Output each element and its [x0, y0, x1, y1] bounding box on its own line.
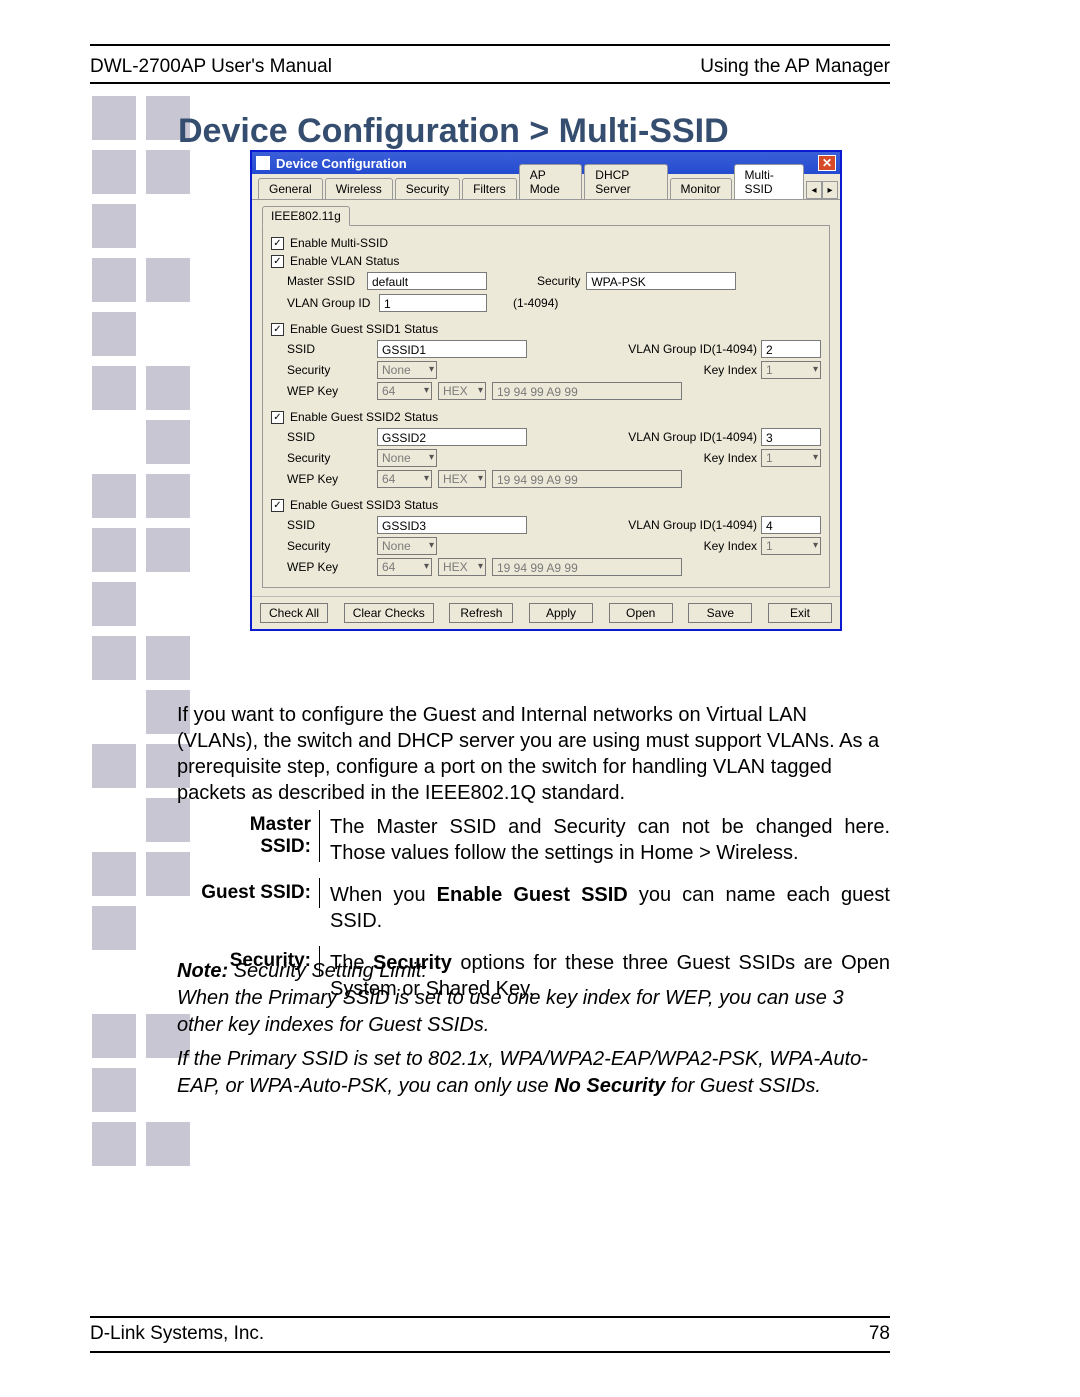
guest2-security-label: Security [287, 451, 377, 465]
header-right: Using the AP Manager [700, 56, 890, 78]
tab-left-arrow-icon[interactable]: ◂ [806, 181, 822, 199]
note-block-2: If the Primary SSID is set to 802.1x, WP… [177, 1046, 890, 1100]
button-bar: Check All Clear Checks Refresh Apply Ope… [252, 596, 840, 629]
master-ssid-input[interactable]: default [367, 272, 487, 290]
check-all-button[interactable]: Check All [260, 603, 328, 623]
note-block-1: Note: Security Setting Limit: When the P… [177, 958, 890, 1039]
clear-checks-button[interactable]: Clear Checks [344, 603, 434, 623]
guest1-wep-input[interactable]: 19 94 99 A9 99 [492, 382, 682, 400]
enable-guest3-label: Enable Guest SSID3 Status [290, 498, 438, 512]
guest3-ssid-label: SSID [287, 518, 377, 532]
app-icon [256, 156, 270, 170]
guest3-wep-input[interactable]: 19 94 99 A9 99 [492, 558, 682, 576]
guest3-vlan-input[interactable]: 4 [761, 516, 821, 534]
enable-multi-ssid-checkbox[interactable] [271, 237, 284, 250]
guest1-keyindex-select[interactable]: 1 [761, 361, 821, 379]
footer-page-number: 78 [869, 1323, 890, 1345]
close-icon[interactable]: ✕ [818, 155, 836, 171]
guest2-wep-len-select[interactable]: 64 [377, 470, 432, 488]
def-guest-text-a: When you [330, 884, 437, 906]
guest3-keyindex-label: Key Index [704, 539, 757, 553]
tab-dhcp-server[interactable]: DHCP Server [584, 164, 667, 199]
intro-paragraph: If you want to configure the Guest and I… [177, 702, 890, 806]
guest1-keyindex-label: Key Index [704, 363, 757, 377]
tab-ap-mode[interactable]: AP Mode [519, 164, 583, 199]
master-security-input[interactable]: WPA-PSK [586, 272, 736, 290]
tab-wireless[interactable]: Wireless [325, 178, 393, 199]
guest3-security-select[interactable]: None [377, 537, 437, 555]
note-l3b: No Security [554, 1075, 665, 1097]
guest1-ssid-label: SSID [287, 342, 377, 356]
guest2-ssid-input[interactable]: GSSID2 [377, 428, 527, 446]
def-master-text: The Master SSID and Security can not be … [320, 810, 890, 878]
tab-monitor[interactable]: Monitor [670, 178, 732, 199]
subtab-80211g[interactable]: IEEE802.11g [262, 206, 350, 226]
guest2-ssid-label: SSID [287, 430, 377, 444]
guest1-vlan-label: VLAN Group ID(1-4094) [628, 342, 757, 356]
guest1-wep-label: WEP Key [287, 384, 377, 398]
master-security-label: Security [537, 274, 580, 288]
guest1-wep-fmt-select[interactable]: HEX [438, 382, 486, 400]
guest1-ssid-input[interactable]: GSSID1 [377, 340, 527, 358]
guest3-security-label: Security [287, 539, 377, 553]
def-guest-text: When you Enable Guest SSID you can name … [320, 878, 890, 946]
def-guest-label: Guest SSID: [195, 878, 320, 908]
note-l1: Security Setting Limit: [228, 960, 427, 982]
note-l2: When the Primary SSID is set to use one … [177, 987, 844, 1036]
guest1-security-select[interactable]: None [377, 361, 437, 379]
guest2-wep-label: WEP Key [287, 472, 377, 486]
guest2-vlan-label: VLAN Group ID(1-4094) [628, 430, 757, 444]
guest3-keyindex-select[interactable]: 1 [761, 537, 821, 555]
tab-filters[interactable]: Filters [462, 178, 517, 199]
enable-vlan-checkbox[interactable] [271, 255, 284, 268]
header-left: DWL-2700AP User's Manual [90, 56, 332, 78]
window-title: Device Configuration [276, 156, 407, 171]
guest3-wep-len-select[interactable]: 64 [377, 558, 432, 576]
enable-guest2-checkbox[interactable] [271, 411, 284, 424]
master-ssid-label: Master SSID [287, 274, 361, 288]
def-master-label: Master SSID: [195, 810, 320, 862]
enable-guest2-label: Enable Guest SSID2 Status [290, 410, 438, 424]
tab-multi-ssid[interactable]: Multi-SSID [734, 164, 804, 199]
enable-guest3-checkbox[interactable] [271, 499, 284, 512]
note-l3c: for Guest SSIDs. [665, 1075, 821, 1097]
guest2-vlan-input[interactable]: 3 [761, 428, 821, 446]
guest2-keyindex-select[interactable]: 1 [761, 449, 821, 467]
enable-vlan-label: Enable VLAN Status [290, 254, 399, 268]
apply-button[interactable]: Apply [529, 603, 593, 623]
guest3-ssid-input[interactable]: GSSID3 [377, 516, 527, 534]
exit-button[interactable]: Exit [768, 603, 832, 623]
guest1-security-label: Security [287, 363, 377, 377]
master-vlan-label: VLAN Group ID [287, 296, 373, 310]
refresh-button[interactable]: Refresh [449, 603, 513, 623]
open-button[interactable]: Open [609, 603, 673, 623]
master-vlan-input[interactable]: 1 [379, 294, 487, 312]
tabstrip: General Wireless Security Filters AP Mod… [252, 174, 840, 200]
guest3-vlan-label: VLAN Group ID(1-4094) [628, 518, 757, 532]
guest2-keyindex-label: Key Index [704, 451, 757, 465]
guest1-wep-len-select[interactable]: 64 [377, 382, 432, 400]
guest3-wep-label: WEP Key [287, 560, 377, 574]
master-vlan-range: (1-4094) [513, 296, 558, 310]
device-config-window: Device Configuration ✕ General Wireless … [250, 150, 842, 631]
def-guest-text-b: Enable Guest SSID [437, 884, 628, 906]
enable-guest1-checkbox[interactable] [271, 323, 284, 336]
guest2-wep-fmt-select[interactable]: HEX [438, 470, 486, 488]
note-lead: Note: [177, 960, 228, 982]
guest1-vlan-input[interactable]: 2 [761, 340, 821, 358]
tab-security[interactable]: Security [395, 178, 460, 199]
page-title: Device Configuration > Multi-SSID [178, 112, 729, 151]
enable-multi-ssid-label: Enable Multi-SSID [290, 236, 388, 250]
save-button[interactable]: Save [688, 603, 752, 623]
enable-guest1-label: Enable Guest SSID1 Status [290, 322, 438, 336]
guest2-wep-input[interactable]: 19 94 99 A9 99 [492, 470, 682, 488]
guest2-security-select[interactable]: None [377, 449, 437, 467]
tab-right-arrow-icon[interactable]: ▸ [822, 181, 838, 199]
guest3-wep-fmt-select[interactable]: HEX [438, 558, 486, 576]
tab-general[interactable]: General [258, 178, 323, 199]
footer-left: D-Link Systems, Inc. [90, 1323, 264, 1345]
